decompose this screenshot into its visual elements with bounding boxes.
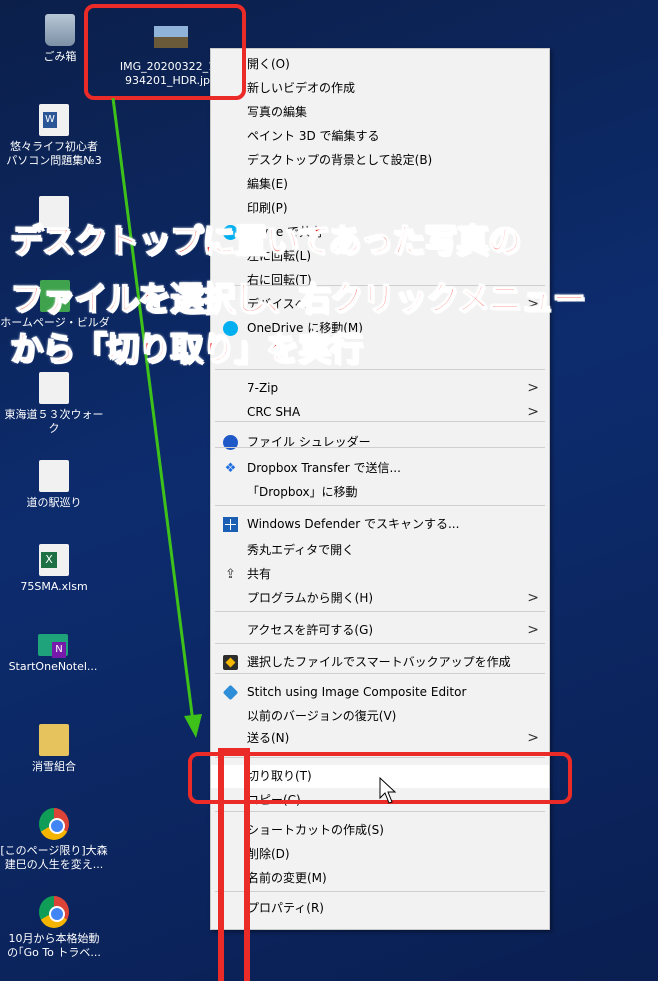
mouse-cursor-icon [379,776,397,804]
annotation-bar-left [218,748,224,981]
desktop: ごみ箱 IMG_20200322_12 934201_HDR.jpg 悠々ライフ… [0,0,658,981]
annotation-text-line2: ファイルを選択し、右クリックメニュー [9,279,586,319]
annotation-bar-top [218,748,250,754]
annotation-text-line3: から「切り取り」を実行 [9,329,364,369]
annotation-text-line1: デスクトップに置いてあった写真の [9,221,522,261]
annotation-bar-right [244,748,250,981]
annotation-arrow [111,97,202,738]
